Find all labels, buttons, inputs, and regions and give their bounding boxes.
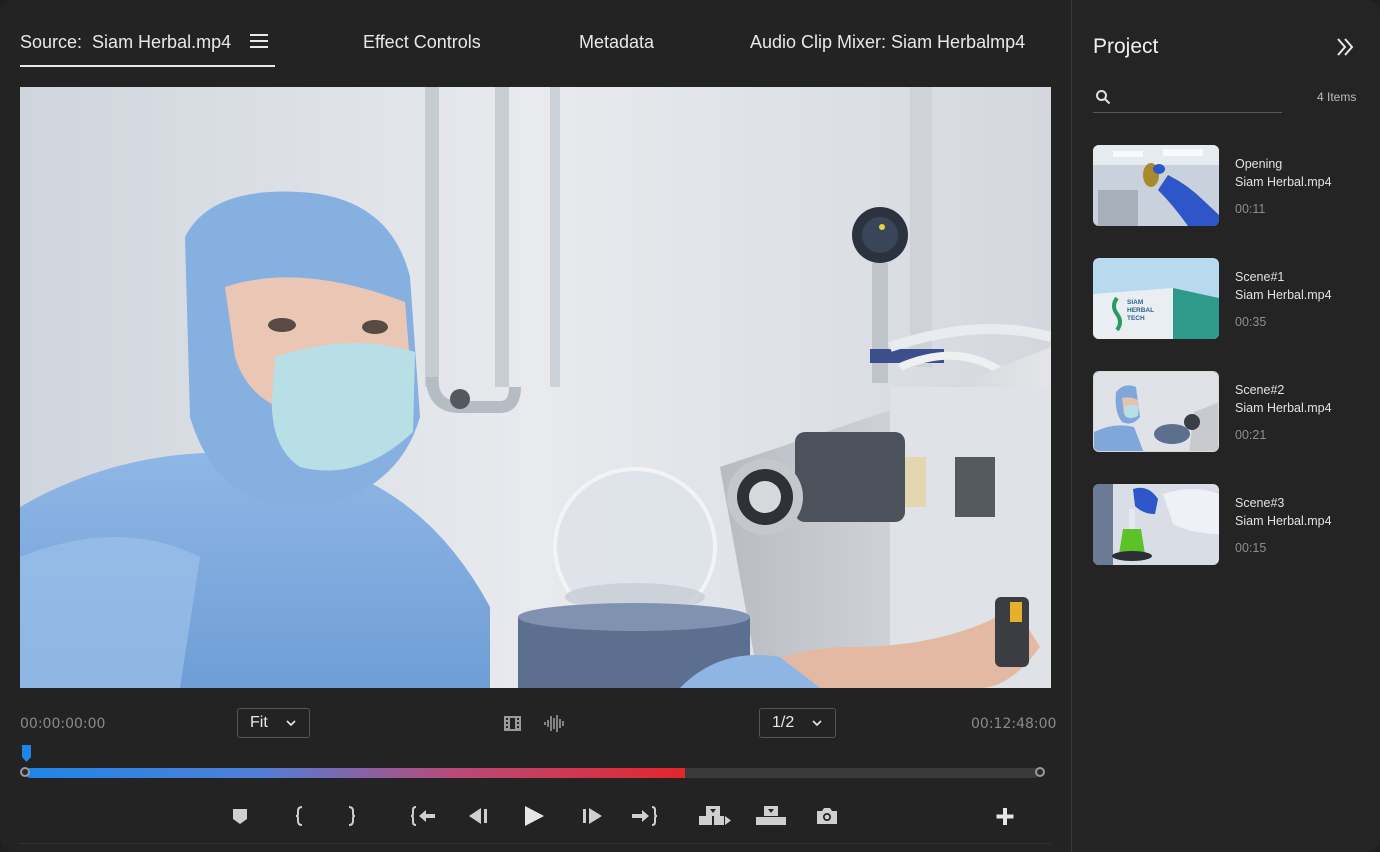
clip-thumbnail: SIAM HERBAL TECH — [1093, 258, 1219, 339]
thumb-sign-line-3: TECH — [1127, 315, 1145, 322]
tab-source-label: Source: — [20, 32, 83, 52]
export-frame-icon[interactable] — [815, 804, 839, 828]
tab-metadata[interactable]: Metadata — [579, 32, 654, 53]
step-back-icon[interactable] — [467, 804, 491, 828]
clip-title: Scene#2 — [1235, 383, 1285, 397]
collapse-panel-icon[interactable] — [1334, 36, 1356, 58]
film-strip-icon[interactable] — [502, 713, 523, 734]
play-icon[interactable] — [522, 804, 546, 828]
clip-thumbnail — [1093, 371, 1219, 452]
view-mode-icons — [502, 713, 564, 734]
clip-title: Opening — [1235, 157, 1283, 171]
timecode-duration: 00:12:48:00 — [971, 716, 1057, 732]
mark-out-icon[interactable] — [339, 804, 363, 828]
playback-resolution-value: 1/2 — [772, 714, 795, 731]
thumb-sign-line-2: HERBAL — [1127, 307, 1154, 314]
clip-filename: Siam Herbal.mp4 — [1235, 401, 1332, 415]
overwrite-icon[interactable] — [754, 804, 788, 828]
clip-duration: 00:11 — [1235, 202, 1266, 216]
tab-source[interactable]: Source: Siam Herbal.mp4 — [20, 32, 269, 53]
project-search — [1093, 84, 1283, 113]
timecode-in: 00:00:00:00 — [20, 716, 106, 732]
app-window: Source: Siam Herbal.mp4 Effect Controls M… — [0, 0, 1380, 852]
step-forward-icon[interactable] — [580, 804, 604, 828]
playhead-icon[interactable] — [22, 745, 31, 762]
items-count: 4 Items — [1317, 90, 1357, 104]
clip-filename: Siam Herbal.mp4 — [1235, 288, 1332, 302]
panel-tabs: Source: Siam Herbal.mp4 Effect Controls M… — [20, 26, 1050, 68]
project-panel: Project 4 Items Opening Siam Herbal.mp4 … — [1071, 0, 1380, 852]
clip-title: Scene#3 — [1235, 496, 1285, 510]
add-button-icon[interactable] — [993, 804, 1017, 828]
clip-duration: 00:35 — [1235, 315, 1267, 329]
playback-resolution-select[interactable]: 1/2 — [759, 708, 836, 738]
progress-track[interactable] — [25, 768, 1040, 778]
search-input[interactable] — [1121, 86, 1283, 110]
clip-thumbnail — [1093, 484, 1219, 565]
search-icon — [1096, 90, 1111, 105]
clip-item-scene-1[interactable]: SIAM HERBAL TECH Scene#1 Siam Herbal.mp4… — [1093, 258, 1363, 340]
chevron-down-icon — [286, 720, 296, 727]
insert-icon[interactable] — [698, 804, 732, 828]
zoom-level-select[interactable]: Fit — [237, 708, 310, 738]
project-panel-title: Project — [1093, 35, 1159, 58]
clip-thumbnail — [1093, 145, 1219, 226]
out-point-handle[interactable] — [1035, 767, 1045, 777]
clip-item-scene-2[interactable]: Scene#2 Siam Herbal.mp4 00:21 — [1093, 371, 1363, 453]
tab-source-file: Siam Herbal.mp4 — [92, 32, 232, 52]
thumb-sign-line-1: SIAM — [1127, 299, 1143, 306]
timeline-scrubber[interactable] — [20, 745, 1050, 785]
clip-duration: 00:21 — [1235, 428, 1267, 442]
chevron-down-icon — [812, 720, 822, 727]
tab-effect-controls[interactable]: Effect Controls — [363, 32, 481, 53]
go-to-out-icon[interactable] — [632, 804, 658, 828]
zoom-level-value: Fit — [250, 714, 268, 731]
clip-duration: 00:15 — [1235, 541, 1267, 555]
transport-controls — [0, 800, 1051, 832]
source-monitor-panel: Source: Siam Herbal.mp4 Effect Controls M… — [0, 0, 1071, 852]
tab-audio-clip-mixer[interactable]: Audio Clip Mixer: Siam Herbalmp4 — [750, 32, 1025, 53]
in-point-handle[interactable] — [20, 767, 30, 777]
clip-item-opening[interactable]: Opening Siam Herbal.mp4 00:11 — [1093, 145, 1363, 227]
go-to-in-icon[interactable] — [410, 804, 435, 828]
active-tab-underline — [20, 65, 275, 67]
clip-filename: Siam Herbal.mp4 — [1235, 514, 1332, 528]
video-frame-image — [20, 87, 1051, 688]
mark-in-icon[interactable] — [288, 804, 312, 828]
add-marker-icon[interactable] — [228, 804, 252, 828]
clip-title: Scene#1 — [1235, 270, 1285, 284]
clip-filename: Siam Herbal.mp4 — [1235, 175, 1332, 189]
hamburger-menu-icon[interactable] — [250, 34, 269, 49]
progress-fill — [25, 768, 685, 778]
audio-waveform-icon[interactable] — [543, 713, 564, 734]
video-preview[interactable] — [20, 87, 1051, 688]
clip-item-scene-3[interactable]: Scene#3 Siam Herbal.mp4 00:15 — [1093, 484, 1363, 566]
panel-divider — [20, 843, 1051, 844]
